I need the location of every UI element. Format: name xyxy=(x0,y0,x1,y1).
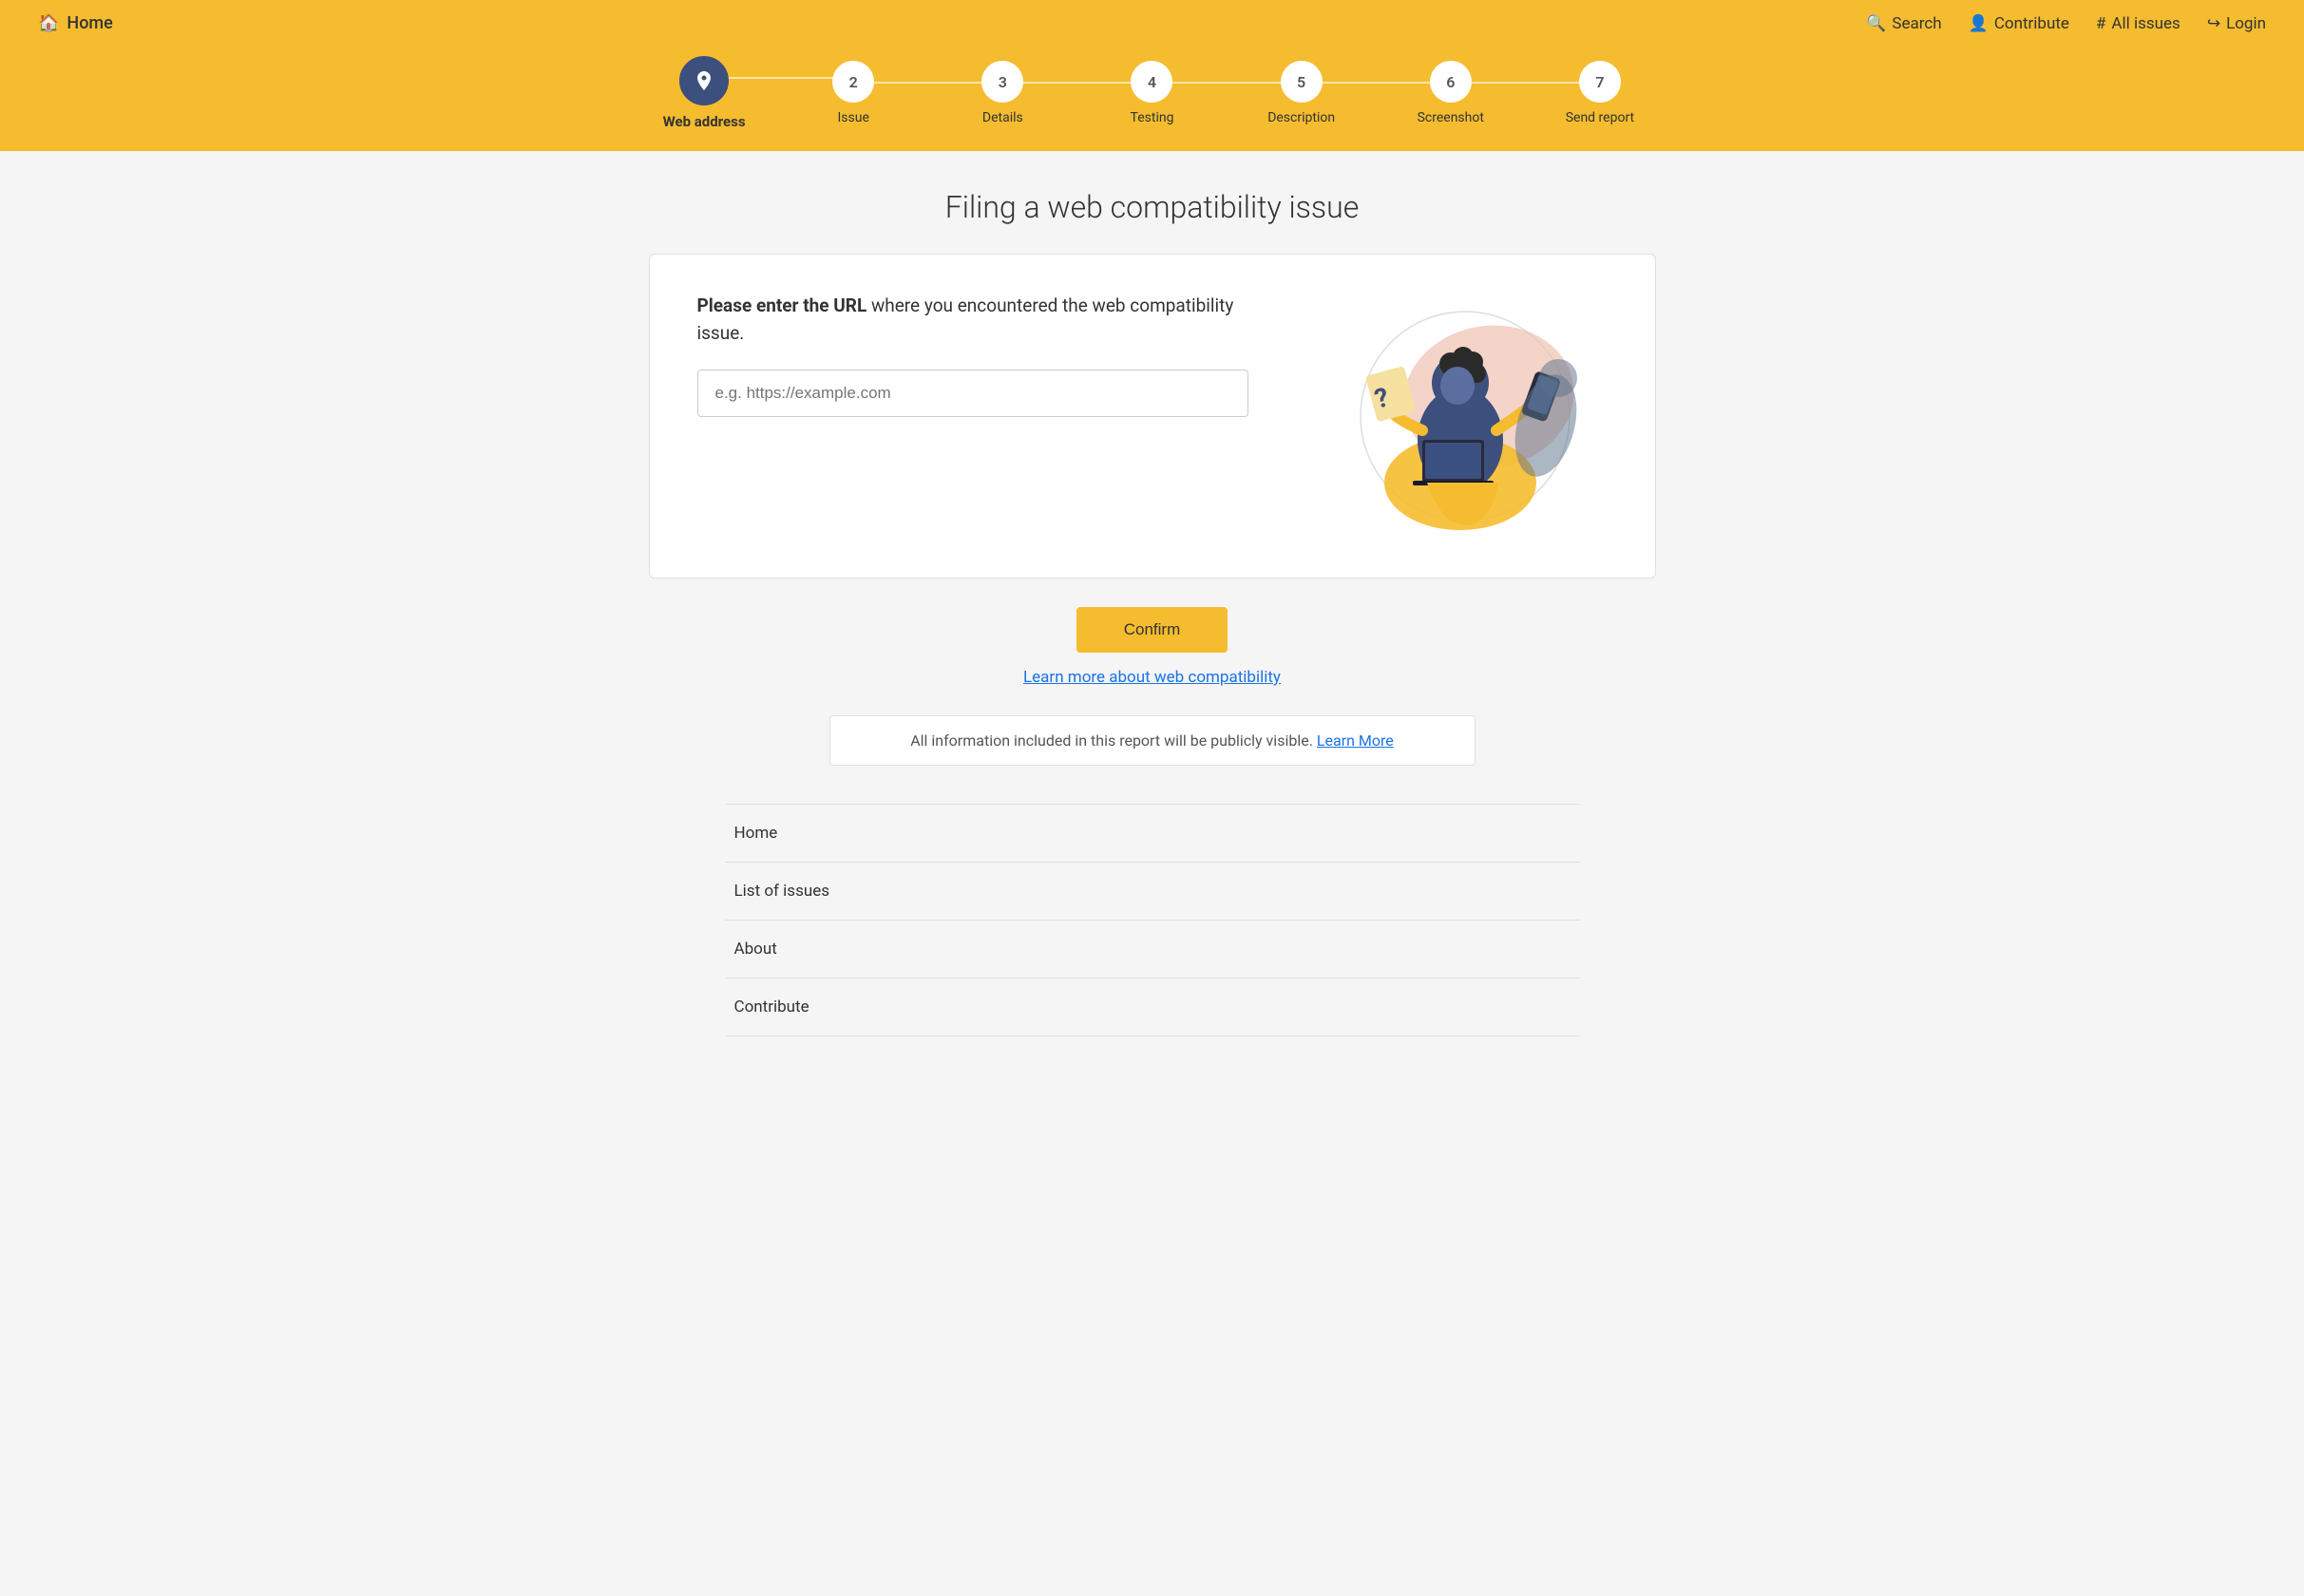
contribute-icon: 👤 xyxy=(1969,14,1989,33)
home-label: Home xyxy=(67,13,112,33)
step-circle-3: 3 xyxy=(981,61,1023,103)
home-link[interactable]: 🏠 Home xyxy=(38,13,113,33)
confirm-button[interactable]: Confirm xyxy=(1076,607,1228,653)
home-icon: 🏠 xyxy=(38,13,59,33)
nav-search[interactable]: 🔍 Search xyxy=(1866,14,1941,33)
nav-contribute[interactable]: 👤 Contribute xyxy=(1969,14,2069,33)
footer-nav: Home List of issues About Contribute xyxy=(725,804,1580,1036)
url-card: Please enter the URL where you encounter… xyxy=(649,254,1656,579)
learn-more-link[interactable]: Learn more about web compatibility xyxy=(1023,668,1281,687)
stepper-bar: Web address 2 Issue 3 Details 4 Testing … xyxy=(0,47,2304,151)
form-actions: Confirm Learn more about web compatibili… xyxy=(649,607,1656,715)
card-left: Please enter the URL where you encounter… xyxy=(697,293,1266,417)
nav-login[interactable]: ↪ Login xyxy=(2207,14,2266,33)
step-label-7: Send report xyxy=(1566,110,1634,125)
step-circle-7: 7 xyxy=(1579,61,1621,103)
public-notice: All information included in this report … xyxy=(829,715,1476,766)
step-label-4: Testing xyxy=(1131,110,1174,125)
step-circle-6: 6 xyxy=(1430,61,1472,103)
step-label-6: Screenshot xyxy=(1418,110,1484,125)
stepper: Web address 2 Issue 3 Details 4 Testing … xyxy=(630,56,1675,130)
step-label-5: Description xyxy=(1267,110,1335,125)
footer-nav-about[interactable]: About xyxy=(725,921,1580,978)
step-details[interactable]: 3 Details xyxy=(928,61,1077,125)
step-label-2: Issue xyxy=(838,110,869,125)
footer-nav-contribute[interactable]: Contribute xyxy=(725,978,1580,1036)
step-circle-4: 4 xyxy=(1131,61,1172,103)
hero-illustration: ? xyxy=(1313,293,1598,540)
main-content: Filing a web compatibility issue Please … xyxy=(630,151,1675,1074)
illustration: ? xyxy=(1304,293,1608,540)
step-label-1: Web address xyxy=(663,113,746,130)
nav-all-issues[interactable]: # All issues xyxy=(2096,14,2180,33)
step-screenshot[interactable]: 6 Screenshot xyxy=(1376,61,1525,125)
step-description[interactable]: 5 Description xyxy=(1227,61,1376,125)
step-web-address[interactable]: Web address xyxy=(630,56,779,130)
card-prompt: Please enter the URL where you encounter… xyxy=(697,293,1266,347)
notice-text: All information included in this report … xyxy=(910,732,1313,750)
notice-learn-more-link[interactable]: Learn More xyxy=(1317,732,1394,750)
step-circle-2: 2 xyxy=(832,61,874,103)
footer-nav-home[interactable]: Home xyxy=(725,805,1580,863)
hash-icon: # xyxy=(2096,14,2105,33)
prompt-bold: Please enter the URL xyxy=(697,294,867,316)
page-title: Filing a web compatibility issue xyxy=(649,189,1656,225)
step-testing[interactable]: 4 Testing xyxy=(1077,61,1227,125)
step-circle-5: 5 xyxy=(1281,61,1323,103)
step-label-3: Details xyxy=(982,110,1023,125)
main-nav: 🔍 Search 👤 Contribute # All issues ↪ Log… xyxy=(1866,14,2266,33)
url-input[interactable] xyxy=(697,370,1248,417)
step-circle-1 xyxy=(679,56,729,105)
search-icon: 🔍 xyxy=(1866,14,1886,33)
login-icon: ↪ xyxy=(2207,14,2220,33)
step-issue[interactable]: 2 Issue xyxy=(779,61,928,125)
footer-nav-list-issues[interactable]: List of issues xyxy=(725,863,1580,921)
site-header: 🏠 Home 🔍 Search 👤 Contribute # All issue… xyxy=(0,0,2304,47)
step-send-report[interactable]: 7 Send report xyxy=(1525,61,1674,125)
